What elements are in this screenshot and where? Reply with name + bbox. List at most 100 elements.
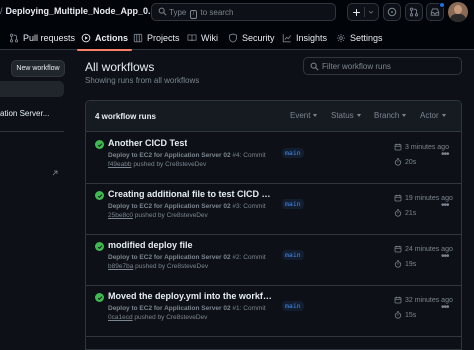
table-row[interactable]: modified deploy file Deploy to EC2 for A… — [86, 235, 461, 286]
more-options-icon[interactable]: ••• — [441, 302, 449, 313]
run-workflow-info: Deploy to EC2 for Application Server 02 … — [108, 203, 266, 210]
stopwatch-icon — [394, 209, 402, 217]
issue-circle-icon — [387, 7, 397, 17]
run-duration: 21s — [394, 209, 416, 217]
commit-sha-link[interactable]: 25be8c0 — [108, 212, 133, 219]
run-title-link[interactable]: Moved the deploy.yml into the workflo... — [108, 291, 273, 301]
graph-icon — [282, 34, 292, 43]
run-workflow-info: Deploy to EC2 for Application Server 02 … — [108, 254, 266, 261]
create-new-button[interactable] — [347, 3, 379, 21]
tab-label: Pull requests — [23, 33, 76, 43]
commit-sha-link[interactable]: b89e7ba — [108, 263, 133, 270]
plus-icon — [353, 8, 360, 16]
branch-filter-dropdown[interactable]: Branch — [374, 111, 407, 120]
filter-placeholder: Filter workflow runs — [322, 62, 391, 71]
commit-sha-link[interactable]: 0ca1ecd — [108, 314, 133, 321]
repo-breadcrumb: / Deploying_Multiple_Node_App_0... — [0, 6, 156, 16]
tab-settings[interactable]: Settings — [336, 26, 383, 50]
avatar[interactable] — [448, 2, 468, 22]
search-input[interactable]: Type / to search — [151, 3, 336, 21]
chevron-down-icon — [368, 10, 374, 14]
workflow-runs-table: 4 workflow runs Event Status Branch Acto… — [85, 100, 462, 350]
run-workflow-info: Deploy to EC2 for Application Server 02 … — [108, 305, 266, 312]
more-options-icon[interactable]: ••• — [441, 251, 449, 262]
stopwatch-icon — [394, 158, 402, 166]
calendar-icon — [394, 143, 402, 151]
more-options-icon[interactable]: ••• — [441, 200, 449, 211]
run-count: 4 workflow runs — [95, 112, 156, 121]
branch-label[interactable]: main — [282, 250, 304, 260]
tab-projects[interactable]: Projects — [133, 26, 180, 50]
play-icon — [81, 33, 91, 43]
new-workflow-button[interactable]: New workflow — [11, 60, 65, 77]
top-header: / Deploying_Multiple_Node_App_0... Type /… — [0, 0, 474, 26]
notification-dot — [439, 2, 445, 8]
tab-pull-requests[interactable]: Pull requests — [9, 26, 75, 50]
filter-runs-input[interactable]: Filter workflow runs — [303, 57, 462, 75]
run-duration: 20s — [394, 158, 416, 166]
sidebar-item-all-workflows[interactable] — [0, 81, 64, 97]
chevron-down-icon — [313, 114, 318, 117]
external-link-icon[interactable] — [51, 169, 59, 177]
search-icon — [158, 7, 167, 16]
search-icon — [310, 62, 319, 71]
gear-icon — [336, 33, 346, 43]
success-check-icon — [95, 293, 104, 302]
breadcrumb-separator: / — [0, 6, 3, 16]
inbox-button[interactable] — [426, 2, 445, 21]
tab-label: Actions — [95, 33, 129, 43]
stopwatch-icon — [394, 260, 402, 268]
pull-requests-button[interactable] — [405, 3, 423, 21]
table-row[interactable]: Moved the deploy.yml into the workflo...… — [86, 286, 461, 337]
tab-label: Projects — [147, 33, 180, 43]
repo-name-link[interactable]: Deploying_Multiple_Node_App_0... — [6, 6, 156, 16]
table-row[interactable]: Another CICD Test Deploy to EC2 for Appl… — [86, 133, 461, 184]
status-filter-dropdown[interactable]: Status — [331, 111, 361, 120]
pull-request-icon — [409, 7, 419, 17]
run-workflow-info: Deploy to EC2 for Application Server 02 … — [108, 152, 266, 159]
event-filter-dropdown[interactable]: Event — [290, 111, 318, 120]
run-commit-info: 0ca1ecd pushed by Cre8steveDev — [108, 314, 208, 321]
commit-sha-link[interactable]: f49eabb — [108, 161, 132, 168]
book-icon — [187, 34, 197, 42]
success-check-icon — [95, 191, 104, 200]
calendar-icon — [394, 194, 402, 202]
page-title: All workflows — [85, 60, 155, 74]
actor-filter-dropdown[interactable]: Actor — [420, 111, 446, 120]
issues-button[interactable] — [383, 3, 401, 21]
run-title-link[interactable]: modified deploy file — [108, 240, 193, 250]
branch-label[interactable]: main — [282, 301, 304, 311]
calendar-icon — [394, 296, 402, 304]
tab-label: Insights — [296, 33, 328, 43]
stopwatch-icon — [394, 311, 402, 319]
run-title-link[interactable]: Another CICD Test — [108, 138, 187, 148]
tab-label: Security — [242, 33, 275, 43]
table-icon — [133, 33, 143, 43]
search-placeholder: Type / to search — [169, 8, 234, 19]
run-commit-info: f49eabb pushed by Cre8steveDev — [108, 161, 207, 168]
pull-request-icon — [9, 33, 19, 43]
chevron-down-icon — [402, 114, 407, 117]
tab-actions[interactable]: Actions — [76, 26, 133, 51]
inbox-icon — [430, 8, 440, 16]
run-title-link[interactable]: Creating additional file to test CICD De… — [108, 189, 273, 199]
run-duration: 19s — [394, 260, 416, 268]
workflows-sidebar: New workflow ation Server... — [0, 51, 72, 350]
chevron-down-icon — [441, 114, 446, 117]
branch-label[interactable]: main — [282, 199, 304, 209]
more-options-icon[interactable]: ••• — [441, 149, 449, 160]
success-check-icon — [95, 140, 104, 149]
tab-wiki[interactable]: Wiki — [187, 26, 218, 50]
page-subtitle: Showing runs from all workflows — [85, 76, 200, 85]
calendar-icon — [394, 245, 402, 253]
tab-label: Wiki — [201, 33, 218, 43]
run-commit-info: b89e7ba pushed by Cre8steveDev — [108, 263, 209, 270]
branch-label[interactable]: main — [282, 148, 304, 158]
table-row[interactable]: Creating additional file to test CICD De… — [86, 184, 461, 235]
tab-insights[interactable]: Insights — [282, 26, 327, 50]
search-shortcut-key: / — [189, 10, 198, 19]
tab-security[interactable]: Security — [228, 26, 275, 50]
chevron-down-icon — [356, 114, 361, 117]
table-header: 4 workflow runs Event Status Branch Acto… — [86, 101, 461, 132]
sidebar-item-workflow[interactable]: ation Server... — [0, 109, 49, 118]
